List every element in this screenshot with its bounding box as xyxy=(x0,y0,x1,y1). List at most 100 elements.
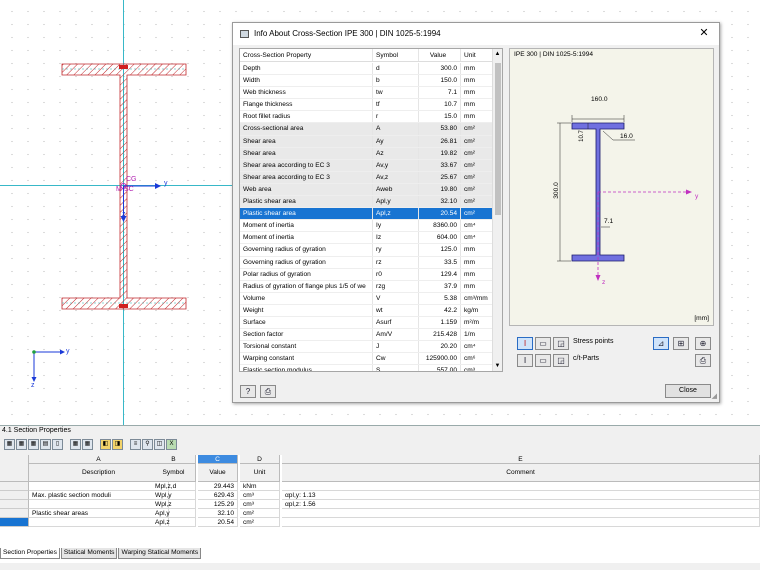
row-header[interactable] xyxy=(0,491,29,500)
grid-cell-description[interactable]: Max. plastic section moduli xyxy=(29,491,169,500)
property-row[interactable]: Torsional constant J 20.20 cm⁴ xyxy=(240,341,502,354)
property-row[interactable]: Weight wt 42.2 kg/m xyxy=(240,304,502,317)
col-header-unit[interactable]: Unit xyxy=(240,464,280,482)
grid-cell-comment[interactable] xyxy=(282,509,760,518)
grid-cell-symbol[interactable]: Wpl,y xyxy=(152,491,196,500)
grid-cell-description[interactable] xyxy=(29,518,169,527)
grid-cell-symbol[interactable]: Mpl,z,d xyxy=(152,482,196,491)
tab-0[interactable]: Section Properties xyxy=(0,548,60,559)
grid-corner-cell[interactable] xyxy=(0,455,29,482)
dialog-titlebar[interactable]: Info About Cross-Section IPE 300 | DIN 1… xyxy=(233,23,719,45)
property-row[interactable]: Plastic shear area Apl,z 20.54 cm² xyxy=(240,208,502,221)
tab-2[interactable]: Warping Statical Moments xyxy=(118,548,202,559)
excel-export-icon[interactable]: X xyxy=(166,438,177,450)
grid-cell-description[interactable]: Plastic shear areas xyxy=(29,509,169,518)
reset-view-icon[interactable]: ⊞ xyxy=(673,337,689,350)
dimensions-icon[interactable]: ▭ xyxy=(535,337,551,350)
property-row[interactable]: Governing radius of gyration rz 33.5 mm xyxy=(240,256,502,269)
print-icon[interactable]: ⎙ xyxy=(695,354,711,367)
row-header[interactable] xyxy=(0,500,29,509)
list-icon[interactable]: ≡ xyxy=(130,438,141,450)
help-icon[interactable]: ? xyxy=(240,385,256,398)
grid-cell-unit[interactable]: cm² xyxy=(240,509,280,518)
grid-cell-symbol[interactable]: Apl,z xyxy=(152,518,196,527)
close-button[interactable]: Close xyxy=(665,384,711,398)
ct-parts-toggle-icon[interactable]: ◲ xyxy=(553,354,569,367)
grid-cell-comment[interactable]: αpl,y: 1.13 xyxy=(282,491,760,500)
ct-parts-label[interactable]: c/t-Parts xyxy=(573,355,599,362)
col-letter-2[interactable]: C xyxy=(198,455,238,464)
property-row[interactable]: Shear area Az 19.82 cm² xyxy=(240,147,502,160)
stress-points-toggle-icon[interactable]: ◲ xyxy=(553,337,569,350)
property-row[interactable]: Radius of gyration of flange plus 1/5 of… xyxy=(240,280,502,293)
grid-cell-description[interactable] xyxy=(29,482,169,491)
chart-icon[interactable]: ◫ xyxy=(154,438,165,450)
property-row[interactable]: Web area Aweb 19.80 cm² xyxy=(240,183,502,197)
property-row[interactable]: Surface Asurf 1.159 m²/m xyxy=(240,316,502,330)
grid-alt-icon[interactable]: ▦ xyxy=(82,438,93,450)
property-row[interactable]: Root fillet radius r 15.0 mm xyxy=(240,111,502,124)
col-value-header[interactable]: Value xyxy=(419,49,461,61)
table-filter-icon[interactable]: ▦ xyxy=(16,438,27,450)
grid-cell-value[interactable]: 125.29 xyxy=(198,500,238,509)
col-header-comment[interactable]: Comment xyxy=(282,464,760,482)
property-row[interactable]: Shear area according to EC 3 Av,y 33.67 cm² xyxy=(240,159,502,172)
col-letter-0[interactable]: A xyxy=(29,455,169,464)
grid-cell-value[interactable]: 629.43 xyxy=(198,491,238,500)
property-row[interactable]: Shear area according to EC 3 Av,z 25.67 cm² xyxy=(240,171,502,184)
close-icon[interactable]: ✕ xyxy=(697,26,711,39)
col-letter-1[interactable]: B xyxy=(152,455,196,464)
property-row[interactable]: Warping constant Cw 125900.00 cm⁶ xyxy=(240,353,502,366)
grid-cell-comment[interactable] xyxy=(282,518,760,527)
ct-dimensions-icon[interactable]: ▭ xyxy=(535,354,551,367)
zoom-icon[interactable]: ⊕ xyxy=(695,337,711,350)
section-view-icon[interactable]: Ⅰ xyxy=(517,337,533,350)
property-row[interactable]: Depth d 300.0 mm xyxy=(240,63,502,76)
print-report-icon[interactable]: ⎙ xyxy=(259,385,276,398)
table-scrollbar[interactable]: ▲ ▼ xyxy=(492,49,502,371)
grid-cell-value[interactable]: 29.443 xyxy=(198,482,238,491)
property-row[interactable]: Section factor Am/V 215.428 1/m xyxy=(240,329,502,342)
table-view-icon[interactable]: ▦ xyxy=(4,438,15,450)
col-symbol-header[interactable]: Symbol xyxy=(373,49,419,61)
tab-1[interactable]: Statical Moments xyxy=(60,548,118,559)
table-export-icon[interactable]: ▤ xyxy=(40,438,51,450)
stress-points-label[interactable]: Stress points xyxy=(573,338,613,345)
property-row[interactable]: Elastic section modulus S 557.00 cm³ xyxy=(240,365,502,371)
result-icon[interactable]: ◧ xyxy=(100,438,111,450)
property-row[interactable]: Volume V 5.38 cm³/mm xyxy=(240,292,502,305)
col-property-header[interactable]: Cross-Section Property xyxy=(240,49,373,61)
scroll-down-icon[interactable]: ▼ xyxy=(493,363,502,369)
scroll-up-icon[interactable]: ▲ xyxy=(493,51,502,57)
grid-cell-unit[interactable]: cm³ xyxy=(240,491,280,500)
grid-cell-value[interactable]: 32.10 xyxy=(198,509,238,518)
grid-cell-symbol[interactable]: Apl,y xyxy=(152,509,196,518)
col-header-value[interactable]: Value xyxy=(198,464,238,482)
property-row[interactable]: Moment of inertia Iz 604.00 cm⁴ xyxy=(240,232,502,245)
resize-grip-icon[interactable]: ◢ xyxy=(712,392,717,400)
col-header-symbol[interactable]: Symbol xyxy=(152,464,196,482)
property-row[interactable]: Plastic shear area Apl,y 32.10 cm² xyxy=(240,196,502,209)
row-header[interactable] xyxy=(0,482,29,491)
ct-view-icon[interactable]: Ⅰ xyxy=(517,354,533,367)
property-row[interactable]: Flange thickness tf 10.7 mm xyxy=(240,99,502,112)
result-alt-icon[interactable]: ◨ xyxy=(112,438,123,450)
grid-cell-value[interactable]: 20.54 xyxy=(198,518,238,527)
row-header[interactable] xyxy=(0,509,29,518)
filter-icon[interactable]: ⚲ xyxy=(142,438,153,450)
grid-cell-unit[interactable]: kNm xyxy=(240,482,280,491)
grid-cell-description[interactable] xyxy=(29,500,169,509)
column-icon[interactable]: ▯ xyxy=(52,438,63,450)
property-row[interactable]: Moment of inertia Iy 8360.00 cm⁴ xyxy=(240,220,502,233)
property-row[interactable]: Governing radius of gyration ry 125.0 mm xyxy=(240,244,502,257)
property-row[interactable]: Shear area Ay 26.81 cm² xyxy=(240,135,502,148)
axes-display-icon[interactable]: ⊿ xyxy=(653,337,669,350)
grid-cell-comment[interactable]: αpl,z: 1.56 xyxy=(282,500,760,509)
grid-cell-comment[interactable] xyxy=(282,482,760,491)
property-row[interactable]: Polar radius of gyration r0 129.4 mm xyxy=(240,268,502,281)
property-row[interactable]: Width b 150.0 mm xyxy=(240,75,502,88)
grid-cell-unit[interactable]: cm³ xyxy=(240,500,280,509)
scrollbar-thumb[interactable] xyxy=(495,63,501,215)
property-row[interactable]: Cross-sectional area A 53.80 cm² xyxy=(240,123,502,136)
table-group-icon[interactable]: ▦ xyxy=(28,438,39,450)
